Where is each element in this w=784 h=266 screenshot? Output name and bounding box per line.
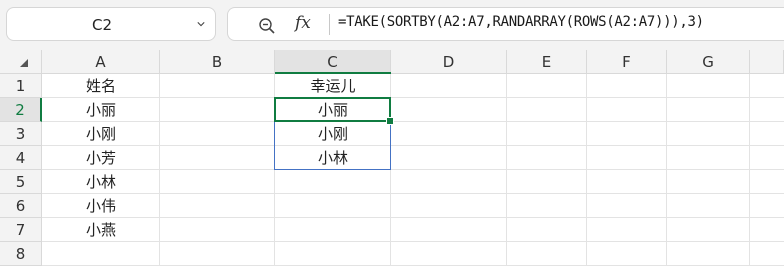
cell-c1[interactable]: 幸运儿 [275, 74, 391, 98]
column-header-b[interactable]: B [160, 50, 275, 74]
zoom-out-icon[interactable] [258, 17, 276, 35]
row-header-1[interactable]: 1 [0, 74, 42, 98]
name-box-value: C2 [91, 16, 113, 34]
fill-handle[interactable] [386, 117, 394, 125]
column-gridline [586, 74, 587, 265]
select-all-icon [20, 59, 28, 67]
cell-a7[interactable]: 小燕 [42, 218, 160, 242]
row-header-4[interactable]: 4 [0, 146, 42, 170]
column-gridline [666, 74, 667, 265]
column-header-d[interactable]: D [391, 50, 507, 74]
cell-a4[interactable]: 小芳 [42, 146, 160, 170]
cell-a1[interactable]: 姓名 [42, 74, 160, 98]
active-cell-border [274, 97, 391, 122]
cell-a2[interactable]: 小丽 [42, 98, 160, 122]
name-box[interactable]: C2 [6, 7, 216, 41]
row-header-3[interactable]: 3 [0, 122, 42, 146]
spreadsheet-grid[interactable]: A B C D E F G 1 2 3 4 5 6 7 8 姓名 小丽 小刚 小芳 小林 小伟 小燕 幸运儿 小丽 小刚 小林 [0, 50, 784, 266]
cell-a3[interactable]: 小刚 [42, 122, 160, 146]
row-header-8[interactable]: 8 [0, 242, 42, 266]
formula-divider [329, 14, 330, 35]
column-header-e[interactable]: E [507, 50, 587, 74]
formula-toolbar: C2 fx =TAKE(SORTBY(A2:A7,RANDARRAY(ROWS(… [0, 0, 784, 50]
column-header-c[interactable]: C [275, 50, 391, 74]
insert-function-icon[interactable]: fx [295, 13, 311, 33]
column-gridline [749, 74, 750, 265]
row-header-7[interactable]: 7 [0, 218, 42, 242]
select-all-corner[interactable] [0, 50, 42, 74]
formula-input[interactable]: =TAKE(SORTBY(A2:A7,RANDARRAY(ROWS(A2:A7)… [338, 14, 704, 30]
column-gridline [506, 74, 507, 265]
column-header-partial [750, 50, 784, 74]
row-header-5[interactable]: 5 [0, 170, 42, 194]
cell-a5[interactable]: 小林 [42, 170, 160, 194]
chevron-down-icon[interactable] [197, 20, 205, 28]
column-header-g[interactable]: G [667, 50, 750, 74]
formula-bar[interactable]: fx =TAKE(SORTBY(A2:A7,RANDARRAY(ROWS(A2:… [227, 7, 784, 41]
cell-a6[interactable]: 小伟 [42, 194, 160, 218]
row-header-2[interactable]: 2 [0, 98, 42, 122]
column-header-f[interactable]: F [587, 50, 667, 74]
column-header-a[interactable]: A [42, 50, 160, 74]
row-header-6[interactable]: 6 [0, 194, 42, 218]
